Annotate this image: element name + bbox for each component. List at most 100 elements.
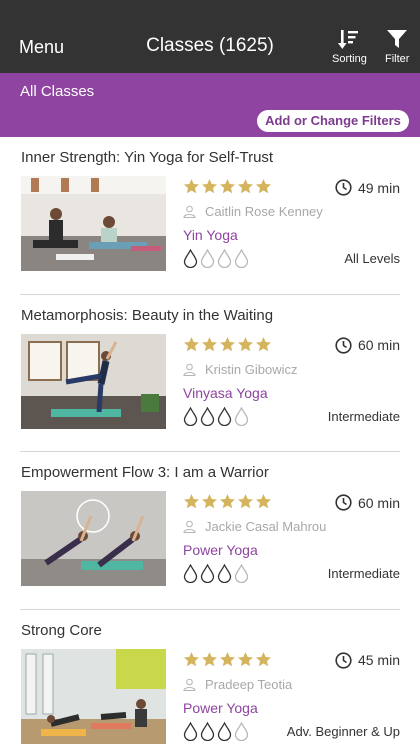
drop-icon (183, 721, 198, 741)
class-style[interactable]: Yin Yoga (183, 227, 238, 243)
drop-icon (200, 406, 215, 426)
duration: 45 min (335, 651, 400, 669)
class-style[interactable]: Power Yoga (183, 700, 258, 716)
drop-icon (200, 564, 215, 583)
duration-text: 49 min (357, 179, 400, 196)
class-thumbnail[interactable] (21, 491, 166, 586)
person-icon (183, 520, 196, 533)
intensity-drops (183, 721, 249, 741)
filter-summary: All Classes (20, 83, 95, 100)
class-level: All Levels (344, 251, 400, 266)
class-level: Intermediate (327, 408, 400, 424)
star-icon (255, 336, 272, 351)
filter-bar: All Classes Add or Change Filters (0, 73, 420, 137)
drop-icon (234, 564, 249, 583)
add-change-filters-button[interactable]: Add or Change Filters (257, 110, 409, 132)
instructor-name: Kristin Gibowicz (205, 361, 298, 377)
star-icon (237, 179, 254, 194)
class-title[interactable]: Metamorphosis: Beauty in the Waiting (21, 307, 273, 324)
star-icon (255, 494, 272, 509)
star-icon (183, 651, 200, 666)
filter-label: Filter (385, 53, 410, 65)
duration-text: 60 min (357, 337, 400, 353)
star-icon (201, 651, 218, 666)
drop-icon (200, 721, 215, 741)
drop-icon (217, 721, 232, 741)
drop-icon (183, 406, 198, 426)
person-icon (183, 678, 196, 691)
star-icon (237, 494, 254, 509)
clock-icon (335, 179, 352, 196)
instructor[interactable]: Pradeep Teotia (183, 677, 292, 692)
star-icon (237, 336, 254, 351)
clock-icon (335, 336, 352, 354)
class-level: Adv. Beginner & Up (286, 723, 400, 739)
yoga-photo-side-plank-icon (21, 491, 166, 586)
star-icon (219, 494, 236, 509)
star-icon (255, 651, 272, 666)
instructor[interactable]: Caitlin Rose Kenney (183, 204, 323, 219)
class-card[interactable]: Empowerment Flow 3: I am a Warrior 60 mi… (20, 452, 400, 610)
rating-stars (183, 493, 272, 510)
class-title[interactable]: Empowerment Flow 3: I am a Warrior (21, 464, 269, 481)
instructor[interactable]: Jackie Casal Mahrou (183, 519, 326, 534)
drop-icon (234, 249, 249, 268)
person-icon (183, 363, 196, 376)
sorting-button[interactable]: Sorting (332, 28, 367, 65)
instructor-name: Pradeep Teotia (205, 676, 293, 692)
star-icon (219, 651, 236, 666)
drop-icon (183, 249, 198, 268)
drop-icon (234, 721, 249, 741)
funnel-icon (387, 30, 408, 48)
top-bar: Menu Classes (1625) Sorting Filter (0, 0, 420, 73)
instructor-name: Jackie Casal Mahrou (205, 519, 327, 534)
star-icon (183, 336, 200, 351)
rating-stars (183, 651, 272, 668)
instructor-name: Caitlin Rose Kenney (205, 204, 323, 219)
star-icon (219, 179, 236, 194)
duration: 49 min (335, 179, 400, 196)
rating-stars (183, 178, 272, 195)
class-style[interactable]: Power Yoga (183, 542, 258, 558)
sort-icon (338, 30, 359, 49)
sorting-label: Sorting (332, 53, 367, 65)
clock-icon (335, 494, 352, 511)
star-icon (237, 651, 254, 666)
class-thumbnail[interactable] (21, 648, 166, 744)
class-thumbnail[interactable] (21, 176, 166, 271)
yoga-photo-balance-icon (21, 333, 166, 429)
star-icon (255, 179, 272, 194)
clock-icon (335, 651, 352, 669)
person-icon (183, 205, 196, 218)
star-icon (201, 179, 218, 194)
star-icon (201, 336, 218, 351)
rating-stars (183, 336, 272, 353)
class-card[interactable]: Inner Strength: Yin Yoga for Self-Trust (20, 137, 400, 295)
class-thumbnail[interactable] (21, 333, 166, 429)
star-icon (219, 336, 236, 351)
drop-icon (234, 406, 249, 426)
drop-icon (217, 406, 232, 426)
duration: 60 min (335, 494, 400, 511)
star-icon (183, 179, 200, 194)
class-card[interactable]: Strong Core 45 min Pradeep Teotia Power … (20, 610, 400, 750)
drop-icon (183, 564, 198, 583)
yoga-photo-seated-icon (21, 176, 166, 271)
star-icon (201, 494, 218, 509)
class-style[interactable]: Vinyasa Yoga (183, 385, 268, 401)
class-title[interactable]: Strong Core (21, 622, 102, 639)
drop-icon (217, 249, 232, 268)
intensity-drops (183, 249, 249, 268)
filter-button[interactable]: Filter (385, 28, 409, 65)
duration: 60 min (335, 336, 400, 354)
class-card[interactable]: Metamorphosis: Beauty in the Waiting 60 … (20, 295, 400, 452)
class-list: Inner Strength: Yin Yoga for Self-Trust (0, 137, 420, 750)
star-icon (183, 494, 200, 509)
intensity-drops (183, 406, 249, 426)
yoga-photo-plank-icon (21, 648, 166, 744)
duration-text: 45 min (357, 652, 400, 668)
instructor[interactable]: Kristin Gibowicz (183, 362, 297, 377)
drop-icon (217, 564, 232, 583)
class-level: Intermediate (327, 566, 400, 581)
class-title[interactable]: Inner Strength: Yin Yoga for Self-Trust (21, 149, 273, 166)
